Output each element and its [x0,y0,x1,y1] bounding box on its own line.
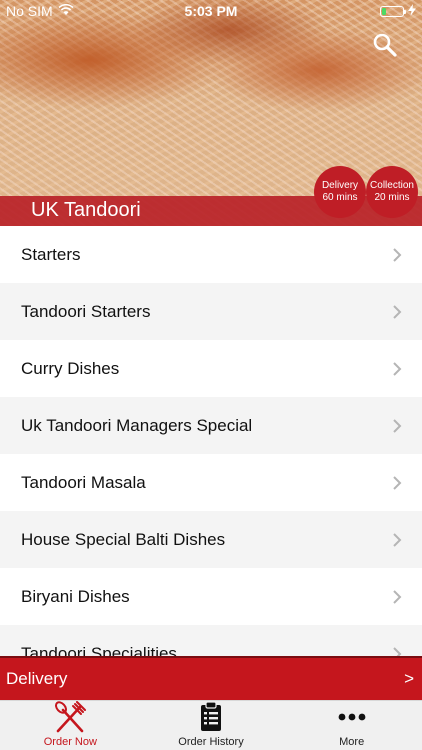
fork-knife-icon [53,701,87,733]
battery-icon [380,5,406,17]
delivery-arrow-icon: > [404,669,414,688]
chevron-right-icon [393,589,402,604]
collection-time-badge: Collection 20 mins [366,166,418,218]
collection-badge-label: Collection [370,180,414,191]
search-icon[interactable] [372,32,398,58]
bottom-tab-bar: Order Now Order History More [0,700,422,750]
menu-category-label: Biryani Dishes [21,586,130,606]
chevron-right-icon [393,646,402,656]
menu-category-starters[interactable]: Starters [0,226,422,283]
menu-category-biryani-dishes[interactable]: Biryani Dishes [0,568,422,625]
collection-badge-time: 20 mins [374,192,410,203]
tab-label: Order History [178,736,244,748]
menu-category-list[interactable]: Starters Tandoori Starters Curry Dishes … [0,226,422,656]
menu-category-curry-dishes[interactable]: Curry Dishes [0,340,422,397]
chevron-right-icon [393,304,402,319]
menu-category-label: Tandoori Specialities [21,643,177,657]
status-left: No SIM [6,3,380,19]
chevron-right-icon [393,475,402,490]
wifi-icon [58,3,74,19]
menu-category-label: Starters [21,244,81,264]
menu-category-managers-special[interactable]: Uk Tandoori Managers Special [0,397,422,454]
delivery-badge-label: Delivery [321,180,359,191]
status-right [380,3,416,19]
chevron-right-icon [393,247,402,262]
status-bar: No SIM 5:03 PM [0,0,422,22]
delivery-time-badge: Delivery 60 mins [314,166,366,218]
restaurant-name: UK Tandoori [31,199,141,221]
menu-category-label: House Special Balti Dishes [21,529,226,549]
menu-category-tandoori-specialities[interactable]: Tandoori Specialities [0,625,422,656]
delivery-mode-bar[interactable]: Delivery > [0,656,422,700]
delivery-mode-label: Delivery [6,669,68,688]
tab-order-now[interactable]: Order Now [0,701,141,750]
menu-category-label: Tandoori Starters [21,301,151,321]
menu-category-tandoori-starters[interactable]: Tandoori Starters [0,283,422,340]
tab-label: More [339,736,365,748]
chevron-right-icon [393,532,402,547]
chevron-right-icon [393,361,402,376]
menu-category-tandoori-masala[interactable]: Tandoori Masala [0,454,422,511]
carrier-label: No SIM [6,3,53,19]
tab-order-history[interactable]: Order History [141,701,282,750]
more-dots-icon [338,701,366,733]
menu-category-label: Uk Tandoori Managers Special [21,415,253,435]
menu-category-label: Tandoori Masala [21,472,146,492]
chevron-right-icon [393,418,402,433]
clipboard-list-icon [200,701,222,733]
menu-category-balti-dishes[interactable]: House Special Balti Dishes [0,511,422,568]
tab-label: Order Now [43,736,97,748]
tab-more[interactable]: More [281,701,422,750]
charging-icon [408,3,416,19]
delivery-badge-time: 60 mins [322,192,358,203]
menu-category-label: Curry Dishes [21,358,120,378]
